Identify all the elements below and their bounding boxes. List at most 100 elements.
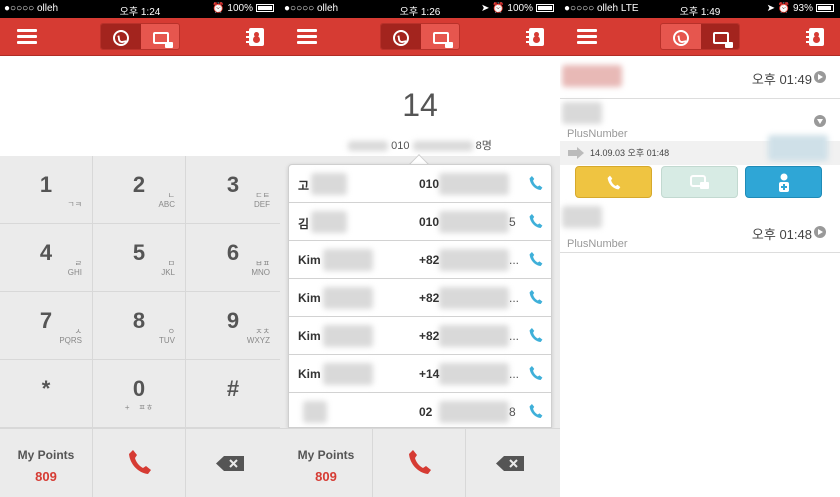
battery-label: 100%: [227, 3, 253, 14]
points-label: My Points: [17, 448, 75, 462]
menu-icon[interactable]: [297, 29, 317, 45]
key-1[interactable]: 1 ㄱㅋ: [0, 156, 93, 224]
key-7[interactable]: 7ㅅ PQRS: [0, 292, 93, 360]
tab-dialer[interactable]: [381, 24, 421, 49]
result-row[interactable]: 고 010: [289, 165, 551, 203]
tab-dialer[interactable]: [101, 24, 141, 49]
result-row[interactable]: 02 8: [289, 393, 551, 427]
key-2[interactable]: 2ㄴ ABC: [93, 156, 186, 224]
outgoing-call-icon: [568, 147, 584, 159]
result-row[interactable]: Kim +82...: [289, 279, 551, 317]
battery-icon: [256, 4, 274, 12]
key-9[interactable]: 9 ㅈㅊ WXYZ: [186, 292, 280, 360]
mode-segmented-control: [100, 23, 180, 50]
call-icon[interactable]: [529, 365, 543, 381]
key-digit: #: [226, 376, 240, 401]
tab-dialer[interactable]: [661, 24, 701, 49]
key-letters: + ㅍㅎ: [124, 403, 154, 412]
log-entry[interactable]: PlusNumber 오후 01:48: [560, 206, 840, 253]
key-letters: ㄹ GHI: [67, 259, 82, 277]
contacts-book-icon[interactable]: [526, 28, 544, 46]
result-name: Kim: [298, 291, 321, 305]
mode-segmented-control: [380, 23, 460, 50]
points-value: 809: [315, 469, 337, 484]
contacts-book-icon[interactable]: [806, 28, 824, 46]
my-points-button[interactable]: My Points 809: [280, 429, 373, 497]
result-number-tail: 8: [509, 405, 516, 419]
handset-icon: [607, 175, 621, 190]
battery-label: 93%: [792, 3, 813, 14]
result-number: 02: [419, 405, 433, 419]
nav-bar: [560, 18, 840, 56]
contacts-book-icon[interactable]: [246, 28, 264, 46]
call-icon[interactable]: [529, 289, 543, 305]
points-value: 809: [35, 469, 57, 484]
result-row[interactable]: 김 010 5: [289, 203, 551, 241]
phone-icon: [673, 29, 689, 46]
log-entry[interactable]: 오후 01:49: [560, 57, 840, 99]
key-hash[interactable]: #: [186, 360, 280, 428]
key-star[interactable]: *: [0, 360, 93, 428]
key-4[interactable]: 4ㄹ GHI: [0, 224, 93, 292]
result-row[interactable]: Kim +82...: [289, 317, 551, 355]
key-3[interactable]: 3 ㄷㅌ DEF: [186, 156, 280, 224]
chevron-down-icon[interactable]: [814, 115, 826, 127]
tab-messages[interactable]: [141, 24, 179, 49]
key-0[interactable]: 0 + ㅍㅎ: [93, 360, 186, 428]
nav-bar: [280, 18, 560, 56]
chevron-right-icon[interactable]: [814, 71, 826, 83]
phone-icon: [393, 29, 409, 46]
menu-icon[interactable]: [17, 29, 37, 45]
result-row[interactable]: Kim +82...: [289, 241, 551, 279]
messages-icon: [153, 31, 173, 48]
call-icon[interactable]: [529, 175, 543, 191]
handset-icon: [409, 450, 431, 474]
call-icon[interactable]: [529, 403, 543, 419]
call-icon[interactable]: [529, 251, 543, 267]
call-icon[interactable]: [529, 327, 543, 343]
key-5[interactable]: 5ㅁ JKL: [93, 224, 186, 292]
key-8[interactable]: 8ㅇ TUV: [93, 292, 186, 360]
call-icon[interactable]: [529, 213, 543, 229]
call-action-button[interactable]: [575, 166, 652, 198]
key-letters: ㄷㅌ DEF: [254, 191, 270, 209]
dialer-screen: ●○○○○ olleh 오후 1:24 ⏰ 100% 1 ㄱㅋ 2 ㄴ ABC 3 ㄷㅌ …: [0, 0, 280, 497]
add-contact-action-button[interactable]: [745, 166, 822, 198]
dialed-number: 14: [402, 87, 438, 123]
chevron-right-icon[interactable]: [814, 226, 826, 238]
log-entry-name: PlusNumber: [567, 238, 628, 250]
result-name: 김: [298, 217, 310, 231]
menu-icon[interactable]: [577, 29, 597, 45]
key-6[interactable]: 6 ㅂㅍ MNO: [186, 224, 280, 292]
result-row[interactable]: Kim +14...: [289, 355, 551, 393]
message-icon: [690, 175, 709, 189]
call-button[interactable]: [93, 429, 186, 497]
result-number-tail: ...: [509, 329, 520, 343]
battery-icon: [816, 4, 834, 12]
match-summary: 010 8명: [280, 137, 560, 153]
battery-label: 100%: [507, 3, 533, 14]
result-number-tail: ...: [509, 253, 520, 267]
key-letters: ㅈㅊ WXYZ: [246, 327, 270, 345]
log-entry-name: PlusNumber: [567, 128, 628, 140]
number-display: [0, 57, 280, 156]
delete-button[interactable]: [466, 429, 560, 497]
phone-icon: [113, 29, 129, 46]
result-name: Kim: [298, 367, 321, 381]
result-number-tail: ...: [509, 367, 520, 381]
search-results-list: 고 010 김 010 5 Kim +82... Kim +82... Kim +82... Kim +…: [288, 164, 552, 428]
key-letters: ㅁ JKL: [161, 259, 175, 277]
points-label: My Points: [297, 448, 355, 462]
delete-button[interactable]: [186, 429, 280, 497]
message-action-button[interactable]: [661, 166, 738, 198]
backspace-icon: [216, 456, 244, 471]
key-letters: ㅇ TUV: [159, 327, 175, 345]
status-bar: ●○○○○ olleh LTE 오후 1:49 ➤ ⏰ 93%: [560, 0, 840, 18]
mode-segmented-control: [660, 23, 740, 50]
result-number: 010: [419, 215, 440, 229]
handset-icon: [129, 450, 151, 474]
tab-messages[interactable]: [701, 24, 739, 49]
tab-messages[interactable]: [421, 24, 459, 49]
call-button[interactable]: [373, 429, 466, 497]
my-points-button[interactable]: My Points 809: [0, 429, 93, 497]
